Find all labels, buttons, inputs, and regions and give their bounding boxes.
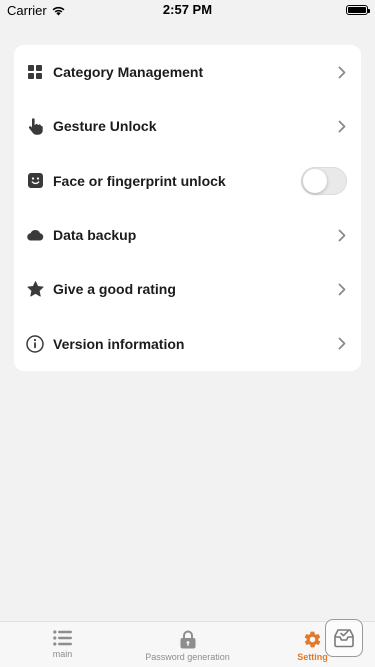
status-time: 2:57 PM: [162, 2, 213, 17]
settings-item-label: Category Management: [53, 64, 204, 81]
chevron-right-icon: [337, 227, 347, 243]
tab-label: Password generation: [145, 652, 230, 662]
settings-item-category-management[interactable]: Category Management: [14, 45, 361, 99]
settings-item-gesture-unlock[interactable]: Gesture Unlock: [14, 99, 361, 153]
chevron-right-icon: [337, 64, 347, 80]
tab-label: Setting: [297, 652, 328, 662]
chevron-right-icon: [337, 118, 347, 134]
settings-item-label: Face or fingerprint unlock: [53, 172, 226, 189]
face-id-icon: [26, 172, 44, 190]
settings-item-label: Data backup: [53, 227, 137, 244]
settings-item-label: Version information: [53, 335, 185, 352]
status-bar: Carrier 2:57 PM: [0, 0, 375, 20]
grid-icon: [26, 63, 44, 81]
info-icon: [26, 335, 44, 353]
settings-item-give-good-rating[interactable]: Give a good rating: [14, 262, 361, 316]
star-icon: [26, 280, 44, 298]
lock-icon: [180, 630, 195, 649]
tab-label: main: [52, 649, 73, 659]
settings-card: Category Management Gesture Unlock Face …: [14, 45, 361, 371]
settings-item-label: Gesture Unlock: [53, 118, 157, 135]
list-icon: [53, 630, 72, 646]
floating-app-button[interactable]: [325, 619, 363, 657]
inbox-check-icon: [334, 629, 354, 648]
cloud-icon: [26, 226, 44, 244]
tab-password-generation[interactable]: Password generation: [125, 622, 250, 667]
tab-main[interactable]: main: [0, 622, 125, 667]
hand-pointer-icon: [26, 117, 44, 135]
face-fingerprint-toggle[interactable]: [301, 166, 347, 195]
gear-icon: [304, 631, 321, 648]
toggle-knob: [303, 168, 327, 193]
settings-item-data-backup[interactable]: Data backup: [14, 208, 361, 262]
chevron-right-icon: [337, 336, 347, 352]
settings-item-label: Give a good rating: [53, 281, 176, 298]
settings-item-version-information[interactable]: Version information: [14, 317, 361, 371]
chevron-right-icon: [337, 281, 347, 297]
tab-bar: main Password generation Setting: [0, 621, 375, 667]
settings-item-face-fingerprint-unlock: Face or fingerprint unlock: [14, 154, 361, 208]
battery-icon: [346, 5, 370, 15]
